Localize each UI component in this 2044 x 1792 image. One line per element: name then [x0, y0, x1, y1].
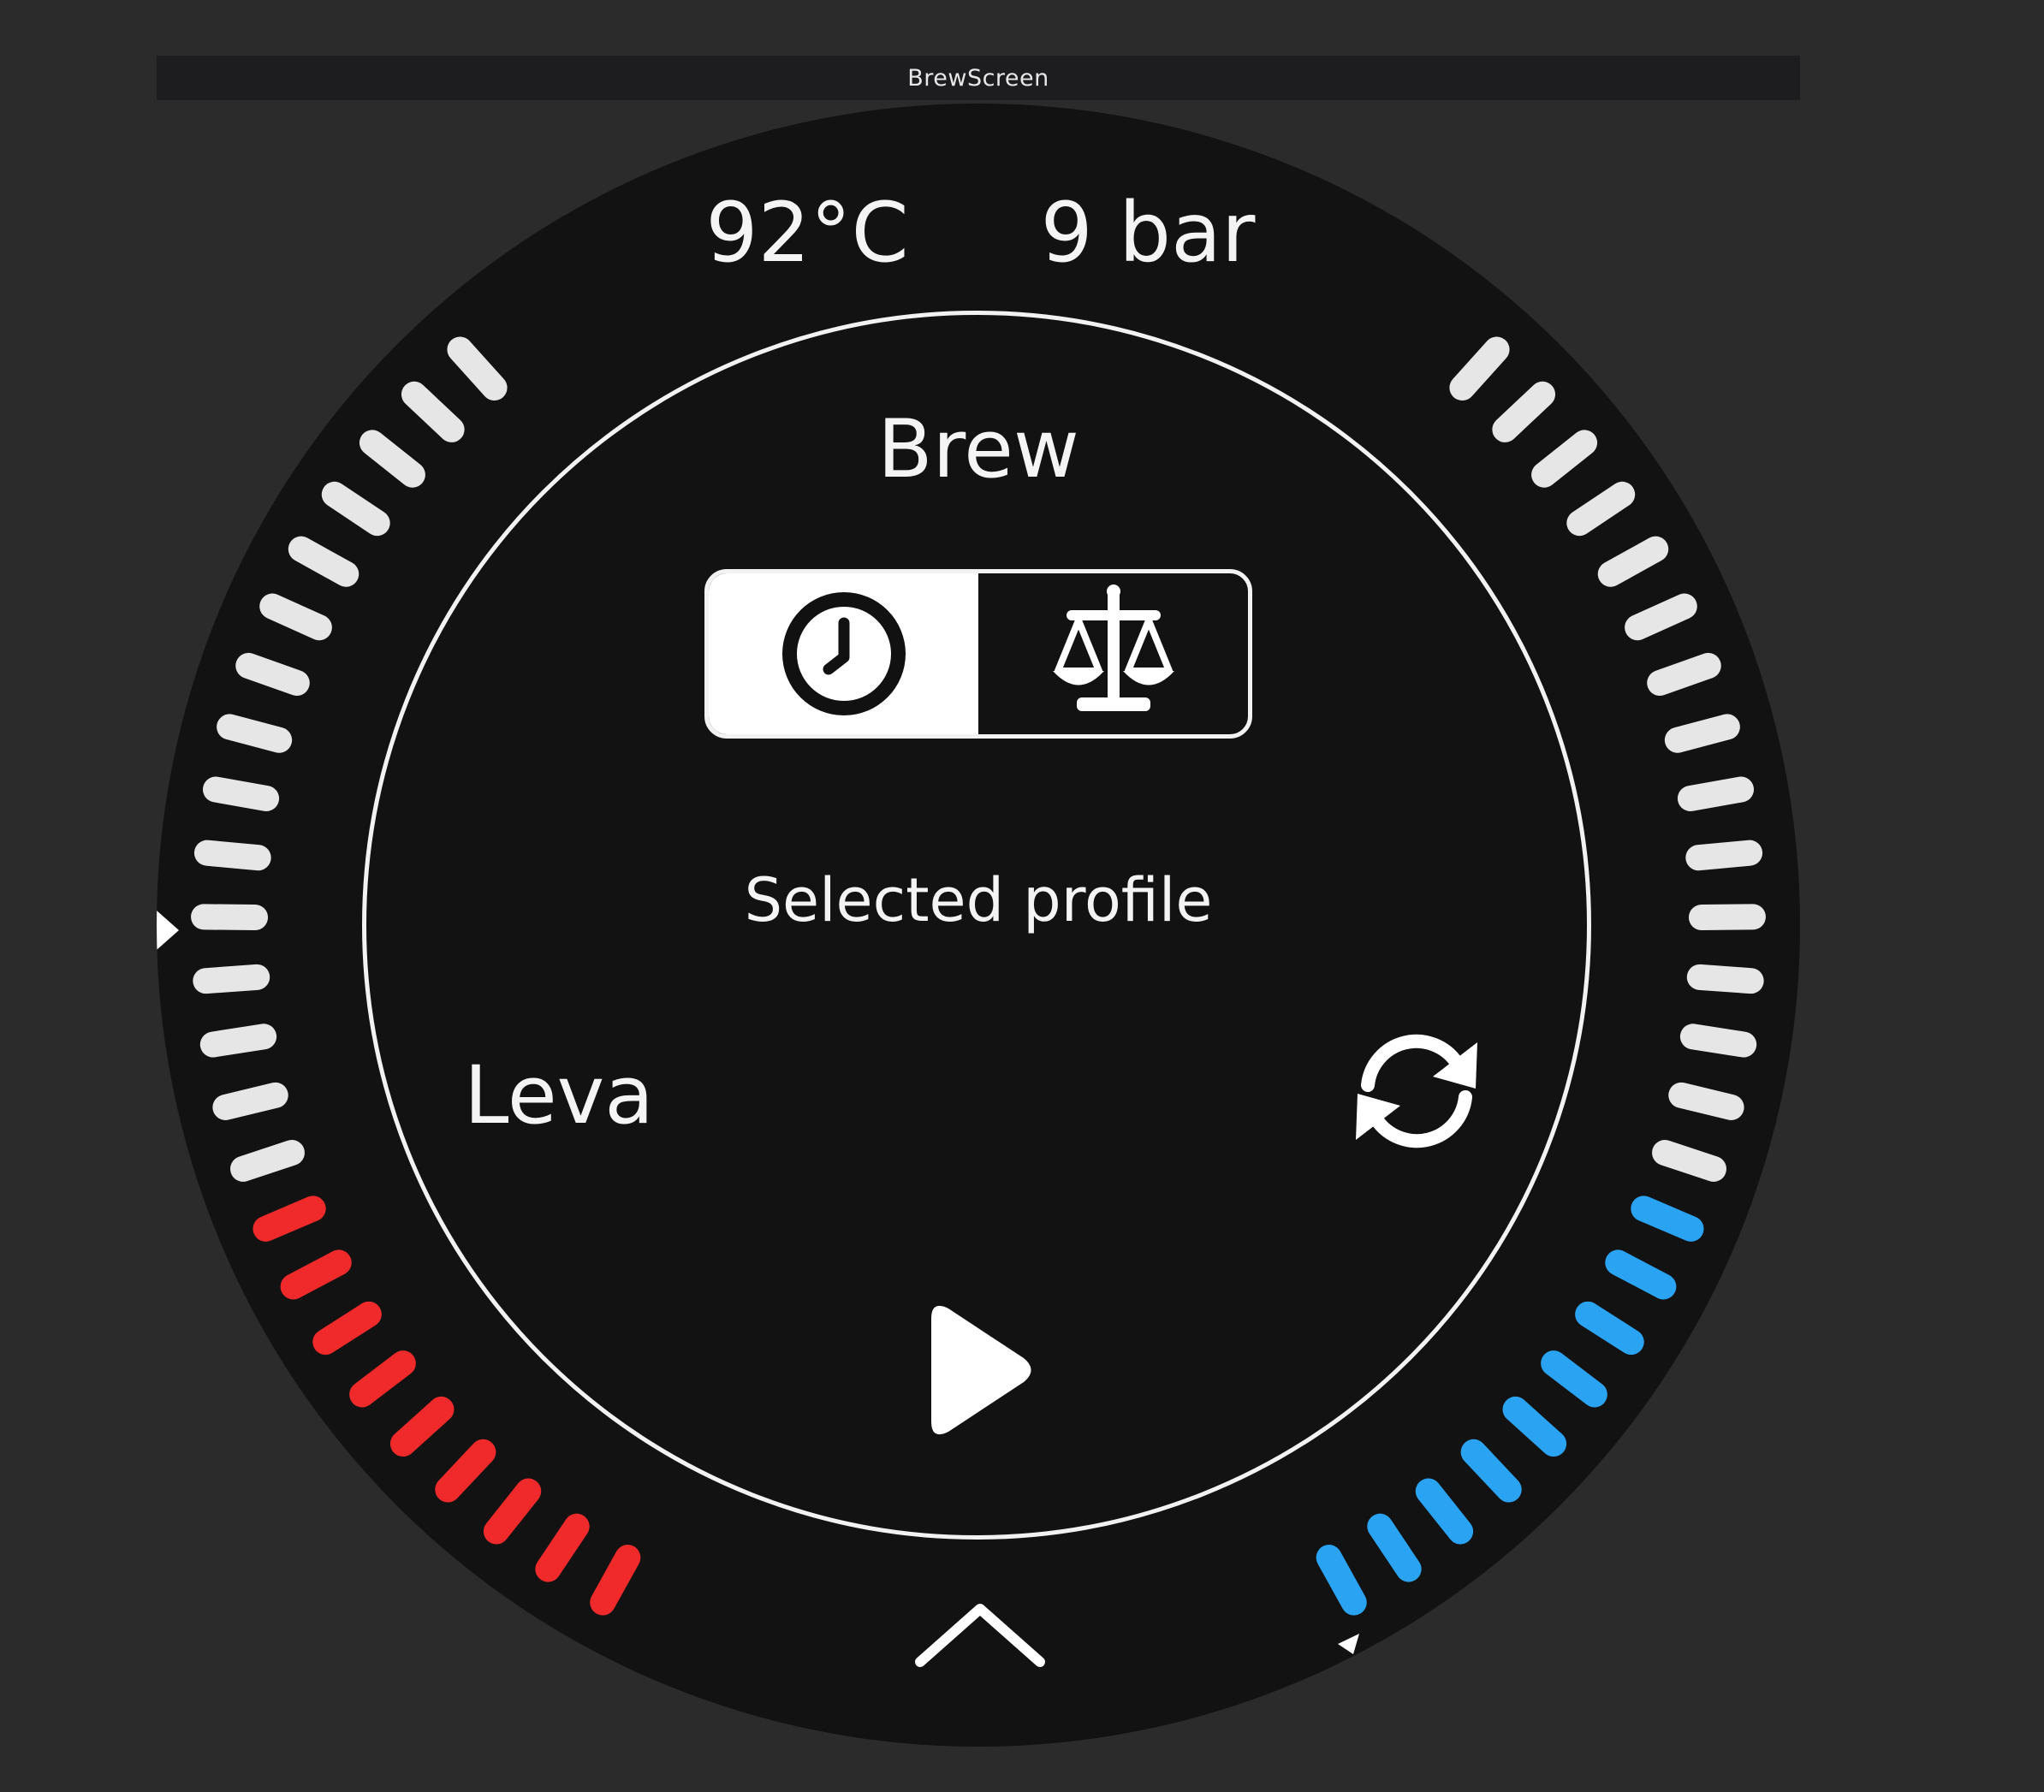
- temperature-gauge-tick: [483, 1478, 542, 1545]
- pressure-gauge-tick: [1685, 840, 1763, 871]
- temperature-gauge-tick: [259, 593, 332, 641]
- pressure-gauge-tick: [1597, 536, 1669, 587]
- pressure-gauge-tick: [1686, 964, 1764, 994]
- page-title: Brew: [877, 403, 1079, 496]
- temperature-gauge-tick: [217, 714, 293, 753]
- temperature-gauge-tick: [590, 1545, 641, 1616]
- expand-button[interactable]: [910, 1597, 1051, 1674]
- temperature-gauge-tick: [280, 1249, 352, 1300]
- brew-screen: 92°C 9 bar Brew Selected profile Leva: [157, 104, 1800, 1747]
- pressure-gauge-tick: [1605, 1249, 1677, 1300]
- pressure-gauge-tick: [1460, 1439, 1522, 1503]
- temperature-gauge-tick: [312, 1301, 382, 1356]
- chevron-up-icon: [915, 1604, 1045, 1667]
- mode-toggle[interactable]: [704, 569, 1252, 739]
- temperature-gauge-tick: [447, 336, 508, 401]
- pressure-gauge-tick: [1631, 1196, 1704, 1242]
- temperature-gauge-tick: [359, 430, 425, 488]
- temperature-gauge-tick: [435, 1439, 496, 1503]
- pressure-gauge-tick: [1502, 1396, 1567, 1457]
- refresh-button[interactable]: [1344, 1018, 1489, 1164]
- pressure-gauge-tick: [1677, 776, 1755, 812]
- temperature-gauge-tick: [349, 1350, 416, 1408]
- mode-time-option[interactable]: [709, 573, 978, 734]
- pressure-marker: [1338, 1634, 1359, 1654]
- pressure-gauge-tick: [1652, 1139, 1726, 1182]
- pressure-gauge-tick: [1415, 1478, 1474, 1545]
- pressure-gauge-tick: [1679, 1024, 1757, 1058]
- temperature-gauge-tick: [321, 481, 390, 537]
- temperature-gauge-tick: [199, 1024, 277, 1058]
- temperature-gauge-tick: [535, 1513, 590, 1582]
- temperature-gauge-tick: [193, 840, 271, 871]
- temperature-gauge-tick: [235, 652, 310, 697]
- temperature-gauge-tick: [401, 381, 465, 442]
- start-brew-button[interactable]: [914, 1293, 1043, 1447]
- temperature-marker: [157, 911, 179, 950]
- pressure-gauge-tick: [1625, 593, 1697, 641]
- selected-profile-label: Selected profile: [744, 865, 1213, 935]
- play-icon: [931, 1305, 1031, 1435]
- temperature-gauge-tick: [202, 776, 280, 812]
- temperature-gauge-tick: [288, 536, 359, 587]
- pressure-gauge-tick: [1531, 430, 1598, 488]
- pressure-gauge-tick: [1566, 481, 1636, 537]
- temperature-gauge-tick: [253, 1196, 326, 1242]
- scale-icon: [1052, 584, 1174, 711]
- temperature-readout: 92°C: [705, 185, 909, 281]
- temperature-gauge-tick: [212, 1082, 288, 1120]
- pressure-gauge-tick: [1647, 652, 1721, 697]
- pressure-gauge-tick: [1449, 336, 1510, 401]
- window-title: BrewScreen: [157, 56, 1800, 100]
- pressure-gauge-tick: [1492, 381, 1556, 442]
- temperature-gauge-tick: [193, 964, 270, 994]
- temperature-gauge-tick: [230, 1139, 305, 1182]
- pressure-gauge-tick: [1541, 1350, 1607, 1408]
- pressure-gauge-tick: [1316, 1545, 1367, 1616]
- pressure-gauge-tick: [1668, 1082, 1744, 1120]
- pressure-gauge-tick: [1367, 1513, 1422, 1582]
- profile-name[interactable]: Leva: [464, 1049, 654, 1142]
- temperature-gauge-tick: [389, 1396, 455, 1457]
- pressure-gauge-tick: [1664, 714, 1740, 753]
- mode-weight-option[interactable]: [978, 573, 1248, 734]
- pressure-readout: 9 bar: [1040, 185, 1256, 281]
- pressure-gauge-tick: [1575, 1301, 1644, 1356]
- refresh-icon: [1356, 1034, 1477, 1148]
- clock-icon: [781, 592, 906, 715]
